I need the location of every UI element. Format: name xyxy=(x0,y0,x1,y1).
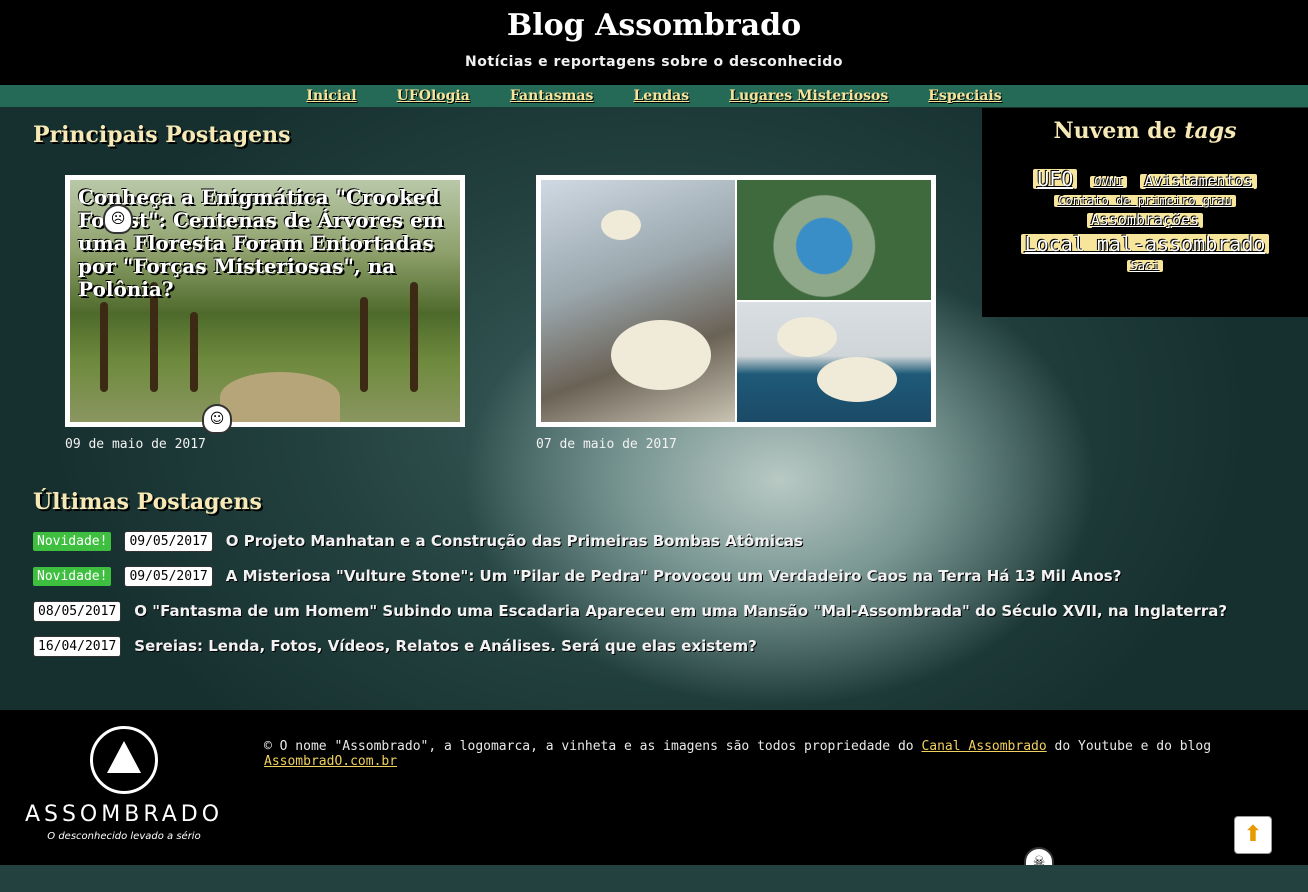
list-item: 16/04/2017 Sereias: Lenda, Fotos, Vídeos… xyxy=(33,635,757,657)
list-item: Novidade! 09/05/2017 O Projeto Manhatan … xyxy=(33,530,803,552)
copyright-middle: do Youtube e do blog xyxy=(1046,739,1212,754)
ghost-icon: ☺ xyxy=(202,404,232,434)
tag-ovni[interactable]: OVNI xyxy=(1090,176,1128,188)
list-item: Novidade! 09/05/2017 A Misteriosa "Vultu… xyxy=(33,565,1121,587)
new-badge: Novidade! xyxy=(33,566,112,586)
copyright-before: © O nome "Assombrado", a logomarca, a vi… xyxy=(264,739,922,754)
main-nav: Inicial UFOlogia Fantasmas Lendas Lugare… xyxy=(0,85,1308,107)
assombrado-logo[interactable]: ASSOMBRADO O desconhecido levado a sério xyxy=(16,726,232,848)
tag-cloud: Nuvem de tags UFO OVNI Avistamentos Cont… xyxy=(982,108,1308,317)
logo-mark-icon xyxy=(90,726,158,794)
list-item: 08/05/2017 O "Fantasma de um Homem" Subi… xyxy=(33,600,1227,622)
latest-heading: Últimas Postagens xyxy=(33,489,262,515)
site-subtitle: Notícias e reportagens sobre o desconhec… xyxy=(465,54,843,70)
canal-assombrado-link[interactable]: Canal Assombrado xyxy=(921,739,1046,754)
featured-post-date: 09 de maio de 2017 xyxy=(65,437,206,452)
post-link[interactable]: O "Fantasma de um Homem" Subindo uma Esc… xyxy=(134,602,1227,620)
tag-contato-primeiro-grau[interactable]: Contato de primeiro grau xyxy=(1054,195,1236,207)
site-header: Blog Assombrado Notícias e reportagens s… xyxy=(0,0,1308,85)
nav-item-ufologia[interactable]: UFOlogia xyxy=(377,85,490,107)
blog-link[interactable]: AssombradO.com.br xyxy=(264,754,397,769)
featured-post-date: 07 de maio de 2017 xyxy=(536,437,677,452)
post-date-badge: 09/05/2017 xyxy=(124,530,213,552)
site-title[interactable]: Blog Assombrado xyxy=(0,8,1308,43)
tag-local-mal-assombrado[interactable]: Local mal-assombrado xyxy=(1020,234,1270,254)
copyright-text: © O nome "Assombrado", a logomarca, a vi… xyxy=(264,739,1264,769)
post-date-badge: 16/04/2017 xyxy=(33,635,122,657)
post-link[interactable]: Sereias: Lenda, Fotos, Vídeos, Relatos e… xyxy=(134,637,757,655)
new-badge: Novidade! xyxy=(33,531,112,551)
post-link[interactable]: O Projeto Manhatan e a Construção das Pr… xyxy=(226,532,803,550)
featured-post-image[interactable] xyxy=(541,180,931,422)
nav-item-lendas[interactable]: Lendas xyxy=(613,85,709,107)
post-date-badge: 08/05/2017 xyxy=(33,600,122,622)
tag-cloud-heading-text: Nuvem de xyxy=(1053,118,1177,144)
nav-item-especiais[interactable]: Especiais xyxy=(908,85,1021,107)
tag-assombracoes[interactable]: Assombrações xyxy=(1086,213,1204,228)
back-to-top-button[interactable]: ⬆ xyxy=(1234,816,1272,854)
bottom-strip xyxy=(0,865,1308,892)
nav-item-fantasmas[interactable]: Fantasmas xyxy=(490,85,614,107)
nav-item-lugares-misteriosos[interactable]: Lugares Misteriosos xyxy=(709,85,908,107)
featured-post-card[interactable] xyxy=(536,175,936,427)
featured-post-title[interactable]: Conheça a Enigmática "Crooked Forest": C… xyxy=(78,186,458,301)
logo-tagline: O desconhecido levado a sério xyxy=(47,831,201,842)
tag-ufo[interactable]: UFO xyxy=(1033,169,1078,189)
nav-item-inicial[interactable]: Inicial xyxy=(286,85,376,107)
tag-cloud-heading: Nuvem de tags xyxy=(982,118,1308,144)
post-link[interactable]: A Misteriosa "Vulture Stone": Um "Pilar … xyxy=(226,567,1122,585)
tag-avistamentos[interactable]: Avistamentos xyxy=(1140,174,1257,189)
featured-heading: Principais Postagens xyxy=(33,122,291,148)
logo-wordmark: ASSOMBRADO xyxy=(24,802,224,827)
tag-saci[interactable]: Saci xyxy=(1126,260,1164,272)
ghost-icon: ☹ xyxy=(103,204,133,234)
post-date-badge: 09/05/2017 xyxy=(124,565,213,587)
tag-cloud-heading-em: tags xyxy=(1184,118,1237,144)
site-footer: ASSOMBRADO O desconhecido levado a sério… xyxy=(0,710,1308,865)
arrow-up-icon: ⬆ xyxy=(1243,822,1263,847)
